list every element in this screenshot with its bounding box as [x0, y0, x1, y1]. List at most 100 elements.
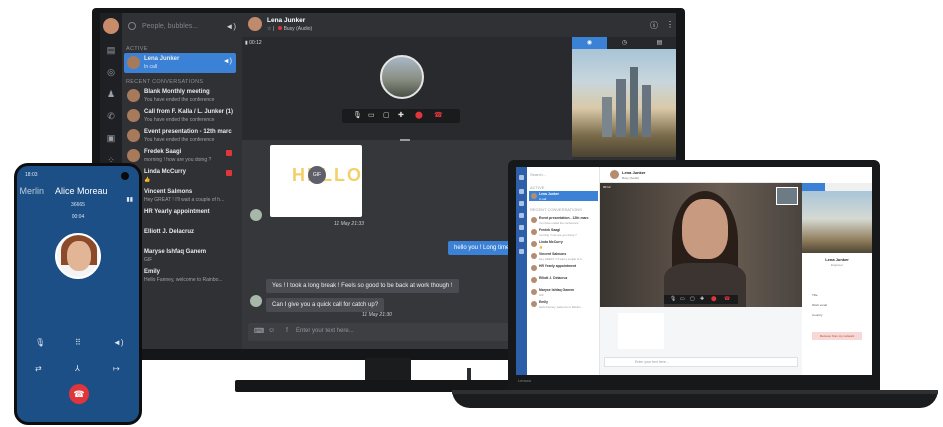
screen-share-icon[interactable]: ▢: [690, 296, 695, 302]
hangup-icon[interactable]: ☎: [434, 111, 443, 119]
conversation-preview: You have ended the conference: [144, 137, 215, 143]
files-icon[interactable]: [519, 237, 524, 242]
avatar: [531, 253, 537, 259]
tab-media[interactable]: [802, 183, 825, 191]
tab-media[interactable]: ◉: [572, 37, 607, 49]
conversation-item[interactable]: Fredek Saagi morning ! how are you doing …: [124, 146, 236, 166]
phone-icon[interactable]: ✆: [105, 111, 117, 121]
people-icon[interactable]: ♟: [105, 89, 117, 99]
conversation-item[interactable]: Vincent Salmons Hey GREAT ! I'll wait a c…: [529, 251, 598, 261]
speaker-icon[interactable]: ◄): [113, 338, 124, 347]
gif-message[interactable]: [618, 313, 664, 349]
avatar[interactable]: [248, 17, 262, 31]
star-icon[interactable]: ☆: [267, 26, 271, 32]
conversation-name: Vincent Salmons: [539, 252, 567, 256]
bars-icon: ▮: [245, 40, 248, 46]
conversation-item[interactable]: Maryse Ishfaq Ganem GIF: [529, 287, 598, 297]
user-avatar[interactable]: [103, 18, 119, 34]
laptop-brand-logo: Lenovo: [518, 378, 532, 383]
skyline-tower: [602, 97, 612, 137]
conversation-item[interactable]: Event presentation - 12th marc You have e…: [529, 215, 598, 225]
conversation-item[interactable]: Linda McCurry 👍: [529, 239, 598, 249]
conversation-item[interactable]: Emily Hello Fanney, welcome to Rainbo...: [529, 299, 598, 309]
more-options-icon[interactable]: ⋮: [666, 20, 674, 29]
conversation-item[interactable]: Fredek Saagi morning ! how are you doing …: [529, 227, 598, 237]
avatar[interactable]: [610, 170, 619, 179]
user-avatar[interactable]: [519, 175, 524, 180]
video-icon[interactable]: ▭: [680, 296, 685, 302]
avatar: [531, 289, 537, 295]
details-header: ⓘ ⋮: [572, 13, 676, 37]
mute-icon[interactable]: 🎙: [35, 338, 45, 347]
keypad-icon[interactable]: ⠿: [75, 338, 81, 347]
conversation-name: Call from F. Kalla / L. Junker (1): [144, 109, 234, 115]
conversation-item[interactable]: Lena Junker In call: [529, 191, 598, 201]
microphone-icon[interactable]: 🎙: [353, 111, 362, 119]
devices-scene: ▤ ◎ ♟ ✆ ▣ ⁘ People, bubbles... ◄) ACTIVE…: [0, 0, 943, 427]
hangup-button[interactable]: ☎: [69, 384, 89, 404]
apps-icon[interactable]: [519, 249, 524, 254]
search-bar[interactable]: People, bubbles... ◄): [126, 21, 236, 35]
busy-dot-icon: [277, 26, 282, 30]
conversation-name: Fredek Saagi: [539, 228, 561, 232]
keyboard-icon[interactable]: ⌨: [254, 327, 264, 335]
tab-files[interactable]: ▤: [642, 37, 676, 49]
skyline-tower: [630, 67, 638, 137]
presence-label: Busy (Audio): [622, 176, 640, 180]
details-panel: Lena Junker Engineer Title Work email Co…: [802, 167, 872, 375]
search-input[interactable]: Search...: [530, 172, 546, 177]
contacts-icon[interactable]: ▤: [105, 45, 117, 55]
forward-icon[interactable]: ↦: [113, 364, 120, 373]
bubbles-icon[interactable]: [519, 201, 524, 206]
avatar: [531, 265, 537, 271]
message-input[interactable]: Enter your text here...: [296, 328, 354, 334]
transfer-icon[interactable]: ⅄: [75, 364, 80, 373]
video-call-view: 00:12 🎙 ▭ ▢ ✚ ⬤ ☎: [600, 183, 802, 307]
speaker-icon[interactable]: ◄): [225, 22, 236, 31]
tab-history[interactable]: ◷: [607, 37, 642, 49]
laptop-hinge: [452, 390, 938, 394]
screen-share-icon[interactable]: ▢: [383, 111, 390, 119]
conversation-item[interactable]: Event presentation - 12th marc You have e…: [124, 126, 236, 146]
bubbles-icon[interactable]: ◎: [105, 67, 117, 77]
hangup-icon[interactable]: ☎: [724, 296, 730, 302]
add-participant-icon[interactable]: ✚: [398, 111, 404, 119]
details-tabs: [802, 183, 872, 191]
search-icon: [128, 22, 136, 30]
conversation-name: HR Yearly appointment: [144, 209, 210, 215]
swap-icon[interactable]: ⇄: [35, 364, 42, 373]
avatar: [531, 277, 537, 283]
chat-header: Lena Junker ☆ | Busy (Audio): [242, 13, 572, 37]
profile-field: Work email: [812, 303, 827, 307]
recent-section-label: RECENT CONVERSATIONS: [530, 207, 582, 212]
files-icon[interactable]: ▣: [105, 133, 117, 143]
avatar: [127, 89, 140, 102]
urgent-icon[interactable]: !: [286, 327, 288, 334]
conversation-name: Linda McCurry: [144, 169, 187, 175]
add-participant-icon[interactable]: ✚: [700, 296, 704, 302]
conversation-item[interactable]: Call from F. Kalla / L. Junker (1) You ha…: [124, 106, 236, 126]
people-icon[interactable]: [519, 213, 524, 218]
avatar: [250, 209, 262, 221]
conversation-item[interactable]: Elliott J. Delacruz: [529, 275, 598, 285]
self-view-thumbnail[interactable]: [776, 187, 798, 205]
callee-avatar: [380, 55, 424, 99]
emoji-icon[interactable]: ☺: [268, 327, 275, 334]
phone-icon[interactable]: [519, 225, 524, 230]
message-input[interactable]: Enter your text here...: [635, 360, 669, 364]
conversation-item[interactable]: Blank Monthly meeting You have ended the …: [124, 86, 236, 106]
video-icon[interactable]: ▭: [368, 111, 375, 119]
caller-number: 36665: [71, 202, 85, 208]
conversation-item[interactable]: HR Yearly appointment: [529, 263, 598, 273]
remove-from-network-button[interactable]: Remove from my network: [812, 332, 862, 340]
info-icon[interactable]: ⓘ: [650, 20, 658, 31]
record-icon[interactable]: ⬤: [415, 111, 423, 119]
record-icon[interactable]: ⬤: [711, 296, 717, 302]
message-composer[interactable]: Enter your text here...: [604, 357, 798, 367]
search-input[interactable]: People, bubbles...: [142, 23, 198, 30]
contacts-icon[interactable]: [519, 189, 524, 194]
conversation-preview: Hey GREAT ! I'll wait a couple of h...: [144, 197, 225, 203]
active-conversation[interactable]: Lena Junker In call ◄): [124, 53, 236, 73]
microphone-icon[interactable]: 🎙: [670, 296, 676, 302]
gif-message[interactable]: HELLO GIF: [270, 145, 362, 217]
